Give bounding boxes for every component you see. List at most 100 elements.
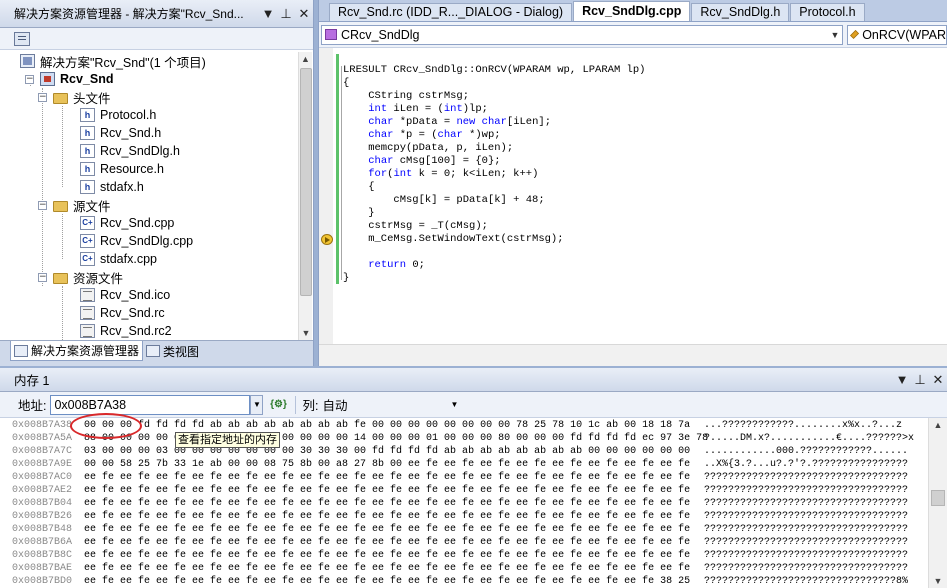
tree-file[interactable]: C+ Rcv_SndDlg.cpp	[80, 232, 193, 250]
scroll-down-icon[interactable]: ▼	[299, 326, 313, 340]
tree-solution-label: 解决方案"Rcv_Snd"(1 个项目)	[40, 55, 206, 70]
address-dropdown-icon[interactable]: ▼	[250, 394, 264, 415]
tree-file-label: Resource.h	[100, 162, 164, 176]
memory-bytes[interactable]: ee fe ee fe ee fe ee fe ee fe ee fe ee f…	[84, 524, 704, 536]
tree-guide	[62, 106, 63, 187]
memory-row[interactable]: 0x008B7A9E 00 00 58 25 7b 33 1e ab 00 00 …	[12, 459, 908, 471]
memory-bytes[interactable]: ee fe ee fe ee fe ee fe ee fe ee fe ee f…	[84, 537, 704, 549]
tree-file[interactable]: C+ stdafx.cpp	[80, 250, 157, 268]
scroll-up-icon[interactable]: ▲	[929, 418, 947, 432]
cpp-file-icon: C+	[80, 234, 95, 248]
memory-row[interactable]: 0x008B7A7C 03 00 00 00 03 00 00 00 00 00 …	[12, 446, 908, 458]
tree-file[interactable]: h Resource.h	[80, 160, 164, 178]
code-line: int iLen = (int)lp;	[368, 103, 488, 115]
close-icon[interactable]: ✕	[929, 372, 947, 388]
tab-rcv-snddlg-cpp[interactable]: Rcv_SndDlg.cpp	[573, 1, 691, 21]
chevron-down-icon[interactable]: ▼	[451, 400, 459, 409]
solution-explorer-titlebar: 解决方案资源管理器 - 解决方案"Rcv_Snd... ▼ ⊥ ✕	[0, 0, 313, 28]
tree-file[interactable]: Rcv_Snd.ico	[80, 286, 170, 304]
folder-icon	[53, 92, 68, 104]
memory-bytes[interactable]: ee fe ee fe ee fe ee fe ee fe ee fe ee f…	[84, 472, 704, 484]
tree-guide	[62, 214, 63, 259]
code-line: char *pData = new char[iLen];	[368, 116, 551, 128]
collapse-icon[interactable]: −	[38, 200, 47, 210]
tree-file[interactable]: h Protocol.h	[80, 106, 156, 124]
tree-folder-headers[interactable]: − 头文件	[38, 88, 111, 106]
solution-explorer-title: 解决方案资源管理器 - 解决方案"Rcv_Snd...	[14, 7, 244, 21]
memory-bytes[interactable]: ee fe ee fe ee fe ee fe ee fe ee fe ee f…	[84, 511, 704, 523]
header-file-icon: h	[80, 180, 95, 194]
member-combo[interactable]: OnRCV(WPAR	[847, 24, 947, 45]
solution-scrollbar[interactable]: ▲ ▼	[298, 52, 312, 340]
memory-ascii: ??????????????????????????????????	[704, 511, 909, 522]
collapse-icon[interactable]: −	[38, 272, 47, 282]
memory-bytes[interactable]: ee fe ee fe ee fe ee fe ee fe ee fe ee f…	[84, 576, 704, 588]
memory-scrollbar[interactable]: ▲ ▼	[928, 418, 947, 588]
memory-row[interactable]: 0x008B7B26 ee fe ee fe ee fe ee fe ee fe …	[12, 511, 908, 523]
collapse-icon[interactable]: −	[38, 92, 47, 102]
tree-file[interactable]: h Rcv_Snd.h	[80, 124, 161, 142]
pin-icon[interactable]: ⊥	[277, 6, 295, 22]
memory-bytes[interactable]: 00 00 00 fd fd fd fd ab ab ab ab ab ab a…	[84, 420, 704, 432]
memory-row[interactable]: 0x008B7B48 ee fe ee fe ee fe ee fe ee fe …	[12, 524, 908, 536]
memory-row[interactable]: 0x008B7B6A ee fe ee fe ee fe ee fe ee fe …	[12, 537, 908, 549]
tree-file-label: Rcv_Snd.cpp	[100, 216, 175, 230]
tree-file[interactable]: Rcv_Snd.rc	[80, 304, 165, 322]
collapse-icon[interactable]: −	[25, 74, 34, 84]
scroll-thumb[interactable]	[300, 68, 312, 296]
memory-row[interactable]: 0x008B7B04 ee fe ee fe ee fe ee fe ee fe …	[12, 498, 908, 510]
memory-row[interactable]: 0x008B7BAE ee fe ee fe ee fe ee fe ee fe …	[12, 563, 908, 575]
tab-class-view[interactable]: 类视图	[143, 341, 202, 361]
memory-ascii: ??????????????????????????????????	[704, 524, 909, 535]
tab-solution-explorer[interactable]: 解决方案资源管理器	[10, 341, 144, 361]
tree-file[interactable]: Rcv_Snd.rc2	[80, 322, 172, 340]
memory-ascii: ??????????????????????????????????	[704, 550, 909, 561]
memory-row[interactable]: 0x008B7AC0 ee fe ee fe ee fe ee fe ee fe …	[12, 472, 908, 484]
memory-ascii: ?.....DM.x?...........€....??????>x	[704, 433, 915, 444]
memory-bytes[interactable]: 00 00 58 25 7b 33 1e ab 00 00 08 75 8b 0…	[84, 459, 704, 471]
pin-icon[interactable]: ⊥	[911, 372, 929, 388]
solution-tree[interactable]: 解决方案"Rcv_Snd"(1 个项目) − Rcv_Snd − 头文件 h Pr…	[10, 52, 298, 340]
chevron-down-icon[interactable]: ▼	[828, 30, 842, 40]
memory-address: 0x008B7B48	[12, 524, 73, 535]
properties-icon[interactable]	[14, 31, 30, 46]
code-line: char cMsg[100] = {0};	[368, 155, 501, 167]
scroll-thumb[interactable]	[931, 490, 945, 506]
tree-file[interactable]: h Rcv_SndDlg.h	[80, 142, 180, 160]
columns-select[interactable]: 自动 ▼	[322, 395, 458, 415]
memory-address: 0x008B7B6A	[12, 537, 73, 548]
tab-rc-dialog[interactable]: Rcv_Snd.rc (IDD_R..._DIALOG - Dialog)	[329, 3, 573, 21]
memory-row[interactable]: 0x008B7B8C ee fe ee fe ee fe ee fe ee fe …	[12, 550, 908, 562]
memory-bytes[interactable]: ee fe ee fe ee fe ee fe ee fe ee fe ee f…	[84, 485, 704, 497]
code-area[interactable]: LRESULT CRcv_SndDlg::OnRCV(WPARAM wp, LP…	[319, 48, 947, 366]
solution-icon	[20, 54, 35, 68]
dropdown-icon[interactable]: ▼	[893, 372, 911, 387]
tree-guide	[62, 286, 63, 340]
scroll-up-icon[interactable]: ▲	[299, 52, 312, 66]
tree-solution[interactable]: 解决方案"Rcv_Snd"(1 个项目)	[20, 52, 206, 70]
memory-row[interactable]: 0x008B7A38 00 00 00 fd fd fd fd ab ab ab …	[12, 420, 902, 432]
address-input[interactable]	[50, 394, 251, 415]
tab-label: 类视图	[163, 344, 200, 359]
indicator-margin[interactable]	[319, 48, 333, 366]
dropdown-icon[interactable]: ▼	[259, 6, 277, 21]
memory-bytes[interactable]: ee fe ee fe ee fe ee fe ee fe ee fe ee f…	[84, 563, 704, 575]
scroll-down-icon[interactable]: ▼	[929, 574, 947, 588]
memory-bytes[interactable]: ee fe ee fe ee fe ee fe ee fe ee fe ee f…	[84, 498, 704, 510]
tree-folder-sources[interactable]: − 源文件	[38, 196, 111, 214]
memory-bytes[interactable]: ee fe ee fe ee fe ee fe ee fe ee fe ee f…	[84, 550, 704, 562]
class-combo[interactable]: CRcv_SndDlg ▼	[321, 24, 843, 45]
memory-row[interactable]: 0x008B7BD0 ee fe ee fe ee fe ee fe ee fe …	[12, 576, 908, 588]
tree-project[interactable]: − Rcv_Snd	[25, 70, 114, 88]
tab-protocol-h[interactable]: Protocol.h	[790, 3, 865, 21]
editor-horizontal-scrollbar[interactable]	[319, 344, 947, 366]
memory-row[interactable]: 0x008B7A5A 88 00 00 00 00 00 00 00 00 00 …	[12, 433, 914, 445]
memory-row[interactable]: 0x008B7AE2 ee fe ee fe ee fe ee fe ee fe …	[12, 485, 908, 497]
tree-file[interactable]: C+ Rcv_Snd.cpp	[80, 214, 174, 232]
close-icon[interactable]: ✕	[295, 6, 313, 22]
tab-rcv-snddlg-h[interactable]: Rcv_SndDlg.h	[691, 3, 790, 21]
tree-file[interactable]: h stdafx.h	[80, 178, 144, 196]
memory-grid[interactable]: 0x008B7A38 00 00 00 fd fd fd fd ab ab ab …	[0, 418, 927, 588]
tree-folder-resources[interactable]: − 资源文件	[38, 268, 123, 286]
reevaluate-icon[interactable]: {⚙}	[267, 396, 289, 414]
